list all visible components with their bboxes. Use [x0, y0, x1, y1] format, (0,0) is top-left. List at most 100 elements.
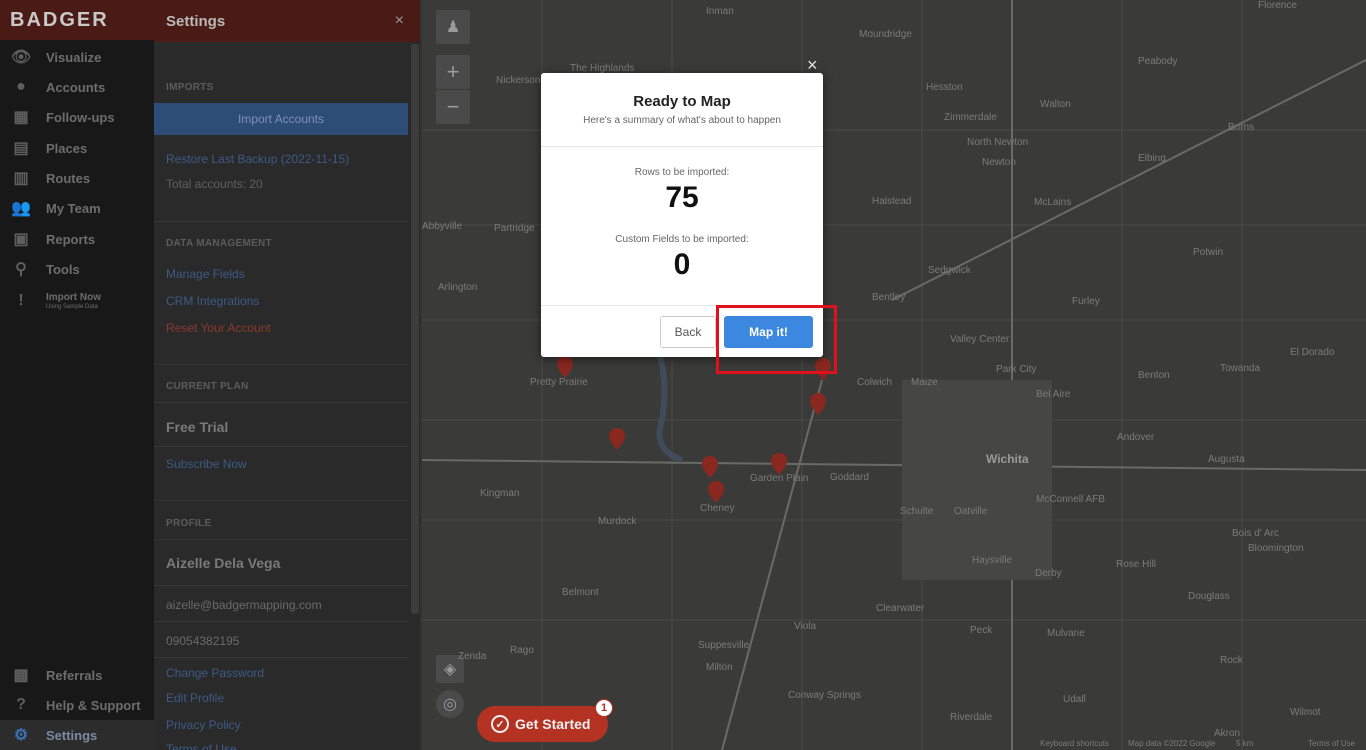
map-label: Maize — [911, 377, 938, 388]
terms-of-use-link[interactable]: Terms of Use — [166, 742, 237, 750]
map-label: Bel Aire — [1036, 389, 1071, 400]
nav-item-accounts[interactable]: ● Accounts — [0, 72, 154, 102]
map-label: Cheney — [700, 503, 735, 514]
nav-item-places[interactable]: ▤ Places — [0, 133, 154, 163]
restore-backup-link[interactable]: Restore Last Backup (2022-11-15) — [166, 152, 349, 166]
map-label: Belmont — [562, 587, 599, 598]
zoom-in-button[interactable]: + — [436, 55, 470, 89]
data-management-heading: DATA MANAGEMENT — [166, 238, 272, 249]
map-label: Derby — [1035, 568, 1062, 579]
custom-fields-value: 0 — [673, 248, 691, 281]
nav-item-my-team[interactable]: 👥 My Team — [0, 193, 154, 223]
import-accounts-button[interactable]: Import Accounts — [154, 103, 408, 135]
map-label: Mulvane — [1047, 628, 1085, 639]
map-label: Walton — [1040, 99, 1071, 110]
nav-item-reports[interactable]: ▣ Reports — [0, 224, 154, 254]
map-label: Zimmerdale — [944, 112, 997, 123]
gift-icon: ▩ — [13, 667, 29, 684]
map-label: McConnell AFB — [1036, 494, 1105, 505]
manage-fields-link[interactable]: Manage Fields — [166, 267, 245, 281]
nav-item-label: Reports — [46, 231, 96, 247]
back-button[interactable]: Back — [660, 316, 716, 348]
profile-heading: PROFILE — [166, 518, 212, 529]
divider — [154, 500, 408, 501]
change-password-link[interactable]: Change Password — [166, 666, 264, 680]
divider — [154, 621, 408, 622]
map-label: Bentley — [872, 292, 906, 303]
nav-item-referrals[interactable]: ▩ Referrals — [0, 660, 154, 690]
divider — [154, 364, 408, 365]
zoom-out-button[interactable]: − — [436, 90, 470, 124]
help-icon: ? — [16, 696, 26, 713]
nav-item-label: Routes — [46, 170, 91, 186]
nav-item-label: Tools — [46, 261, 80, 277]
notification-badge: 1 — [595, 699, 613, 717]
account-marker[interactable] — [810, 393, 826, 415]
location-icon[interactable]: ◎ — [436, 690, 464, 718]
divider — [154, 539, 408, 540]
account-marker[interactable] — [702, 456, 718, 478]
crm-integrations-link[interactable]: CRM Integrations — [166, 294, 259, 308]
map-icon: ▥ — [13, 170, 29, 187]
map-label: Haysville — [972, 555, 1013, 566]
map-label: Rock — [1220, 655, 1243, 666]
store-icon: ▤ — [13, 140, 29, 157]
reset-account-link[interactable]: Reset Your Account — [166, 321, 271, 335]
nav-item-follow-ups[interactable]: ▦ Follow-ups — [0, 102, 154, 132]
tools-icon: ⚲ — [15, 261, 27, 278]
nav-item-help-support[interactable]: ? Help & Support — [0, 690, 154, 720]
keyboard-shortcuts-link[interactable]: Keyboard shortcuts — [1040, 739, 1109, 748]
imports-heading: IMPORTS — [166, 82, 214, 93]
nav-item-tools[interactable]: ⚲ Tools — [0, 254, 154, 284]
nav-item-settings[interactable]: ⚙ Settings — [0, 720, 154, 750]
gear-icon: ⚙ — [13, 727, 29, 744]
map-label: Partridge — [494, 223, 535, 234]
nav-item-label: Referrals — [46, 667, 103, 683]
map-label: Valley Center — [950, 334, 1010, 345]
map-label: Clearwater — [876, 603, 925, 614]
map-label: Peck — [970, 625, 993, 636]
profile-name: Aizelle Dela Vega — [166, 555, 281, 571]
map-label: Douglass — [1188, 591, 1230, 602]
nav-item-routes[interactable]: ▥ Routes — [0, 163, 154, 193]
map-label: Suppesville — [698, 640, 750, 651]
nav-item-visualize[interactable]: 👁 Visualize — [0, 42, 154, 72]
map-label: Inman — [706, 6, 734, 17]
map-data-label: Map data ©2022 Google — [1128, 739, 1216, 748]
map-label: Halstead — [872, 196, 912, 207]
get-started-button[interactable]: ✓ Get Started — [477, 706, 608, 742]
map-label: Murdock — [598, 516, 637, 527]
dialog-subtitle: Here's a summary of what's about to happ… — [583, 115, 781, 126]
privacy-policy-link[interactable]: Privacy Policy — [166, 718, 241, 732]
map-label: Wichita — [986, 452, 1029, 466]
check-icon: ✓ — [491, 715, 509, 733]
account-marker[interactable] — [557, 356, 573, 378]
account-marker[interactable] — [771, 453, 787, 475]
map-label: Potwin — [1193, 247, 1224, 258]
account-marker[interactable] — [708, 481, 724, 503]
map-label: Conway Springs — [788, 690, 861, 701]
map-label: Arlington — [438, 282, 478, 293]
terms-link[interactable]: Terms of Use — [1308, 739, 1355, 748]
account-marker[interactable] — [609, 428, 625, 450]
street-view-icon[interactable]: ♟ — [436, 10, 470, 44]
map-label: Newton — [982, 157, 1016, 168]
get-started-label: Get Started — [515, 716, 591, 732]
close-icon[interactable]: × — [395, 12, 404, 30]
panel-scrollbar[interactable] — [411, 44, 419, 614]
map-label: Rago — [510, 645, 534, 656]
dialog-title: Ready to Map — [633, 93, 731, 110]
badger-logo[interactable]: BADGER — [0, 0, 154, 40]
map-label: Udall — [1063, 694, 1086, 705]
current-plan-heading: CURRENT PLAN — [166, 381, 249, 392]
map-label: Abbyville — [422, 221, 463, 232]
nav-item-import-now[interactable]: ! Import Now Using Sample Data — [0, 285, 154, 317]
edit-profile-link[interactable]: Edit Profile — [166, 691, 224, 705]
calendar-icon: ▦ — [13, 109, 29, 126]
map-label: Elbing — [1138, 153, 1166, 164]
subscribe-now-link[interactable]: Subscribe Now — [166, 457, 247, 471]
plan-name: Free Trial — [166, 419, 229, 435]
map-label: Sedgwick — [928, 265, 971, 276]
nav-item-label: Settings — [46, 727, 98, 743]
settings-title: Settings — [166, 12, 226, 30]
